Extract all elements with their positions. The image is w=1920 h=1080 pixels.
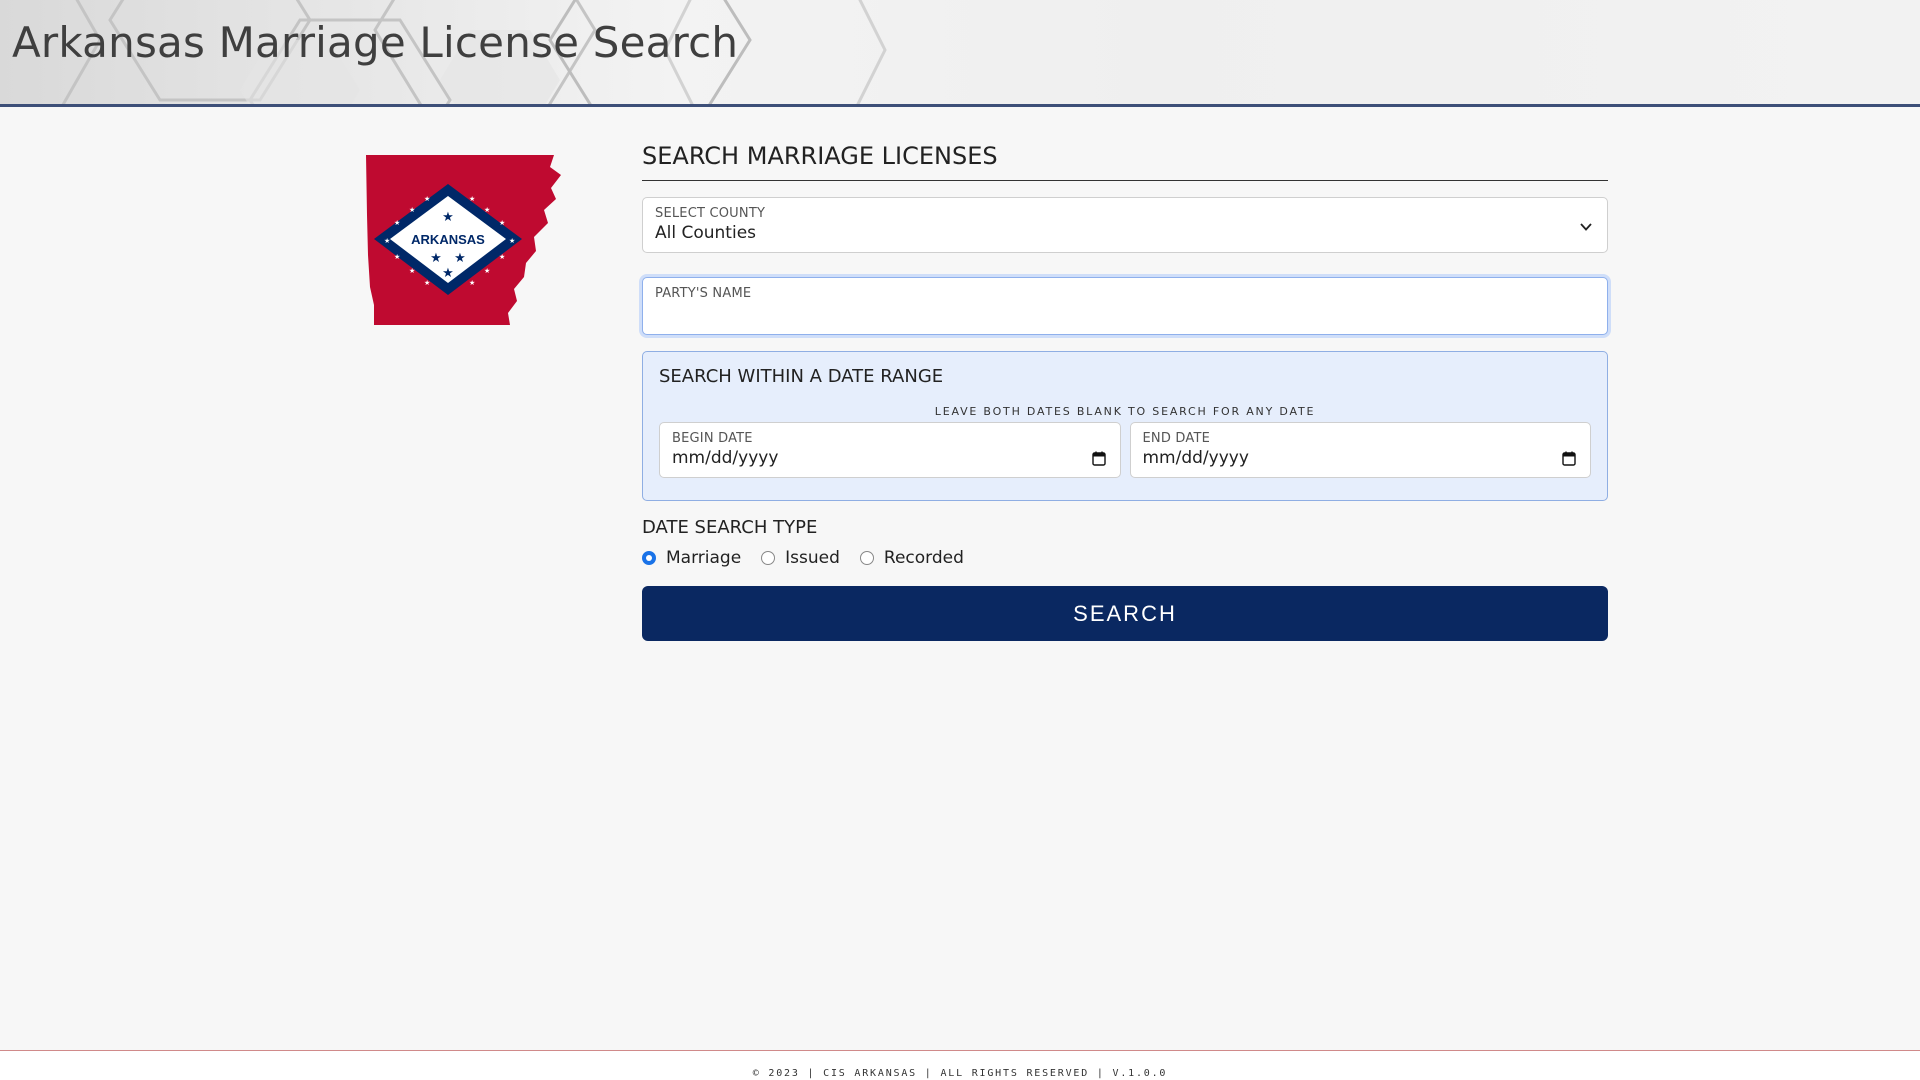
svg-text:★: ★: [442, 210, 454, 225]
svg-text:★: ★: [499, 253, 505, 261]
logo-text: ARKANSAS: [411, 232, 485, 247]
svg-text:★: ★: [442, 266, 454, 281]
date-range-heading: SEARCH WITHIN A DATE RANGE: [659, 366, 944, 387]
end-date-input[interactable]: mm/dd/yyyy: [1143, 448, 1579, 468]
county-select[interactable]: SELECT COUNTY All Counties: [642, 197, 1608, 253]
main-content: ★ ★ ★ ★ ★ ★ ★ ★ ★ ★ ★ ★ ★ ★ ★ ARKANSAS ★ ★ ★ SEARC…: [0, 107, 1920, 1050]
date-search-type-group: Marriage Issued Recorded: [642, 548, 1608, 568]
radio-label: Marriage: [666, 548, 742, 568]
calendar-icon[interactable]: [1562, 451, 1576, 466]
party-name-label: PARTY'S NAME: [655, 286, 752, 301]
svg-text:★: ★: [454, 251, 466, 266]
svg-text:★: ★: [409, 267, 415, 275]
radio-button[interactable]: [859, 551, 874, 565]
begin-date-label: BEGIN DATE: [672, 431, 753, 446]
radio-issued[interactable]: Issued: [761, 548, 840, 568]
svg-text:★: ★: [469, 195, 475, 203]
page-header: Arkansas Marriage License Search: [0, 0, 1920, 107]
date-row: BEGIN DATE mm/dd/yyyy END DATE mm/dd/yyy…: [659, 422, 1591, 478]
svg-text:★: ★: [499, 219, 505, 227]
radio-button[interactable]: [642, 551, 656, 565]
party-name-input[interactable]: [655, 303, 1595, 323]
radio-label: Recorded: [883, 548, 964, 568]
calendar-icon[interactable]: [1091, 451, 1106, 466]
footer-text: © 2023 | CIS ARKANSAS | ALL RIGHTS RESER…: [752, 1068, 1168, 1079]
date-search-type-heading: DATE SEARCH TYPE: [642, 517, 818, 538]
svg-text:★: ★: [394, 219, 400, 227]
chevron-down-icon: [1580, 223, 1592, 231]
party-name-field[interactable]: PARTY'S NAME: [642, 277, 1608, 335]
radio-button[interactable]: [761, 551, 776, 565]
begin-date-input[interactable]: mm/dd/yyyy: [672, 448, 1108, 468]
end-date-field[interactable]: END DATE mm/dd/yyyy: [1129, 422, 1591, 478]
svg-text:★: ★: [430, 251, 442, 266]
date-range-hint: LEAVE BOTH DATES BLANK TO SEARCH FOR ANY…: [934, 405, 1316, 418]
svg-text:★: ★: [409, 206, 415, 214]
county-select-value: All Counties: [655, 223, 757, 243]
svg-text:★: ★: [469, 279, 475, 287]
search-form: SEARCH MARRIAGE LICENSES SELECT COUNTY A…: [642, 142, 1608, 641]
search-button[interactable]: SEARCH: [642, 586, 1608, 641]
svg-text:★: ★: [424, 195, 430, 203]
radio-marriage[interactable]: Marriage: [642, 548, 741, 568]
form-heading: SEARCH MARRIAGE LICENSES: [642, 142, 1608, 181]
svg-text:★: ★: [484, 267, 490, 275]
page-footer: © 2023 | CIS ARKANSAS | ALL RIGHTS RESER…: [0, 1050, 1920, 1080]
radio-recorded[interactable]: Recorded: [859, 548, 964, 568]
svg-text:★: ★: [394, 253, 400, 261]
page-title: Arkansas Marriage License Search: [12, 18, 739, 67]
end-date-label: END DATE: [1142, 431, 1211, 446]
arkansas-flag-logo: ★★ ★★ ★ ★★ ★ ★ ★★ ★ ★ ★ ★ ARKANSAS ★ ★ ★: [366, 155, 561, 325]
begin-date-field[interactable]: BEGIN DATE mm/dd/yyyy: [659, 422, 1121, 478]
svg-text:★: ★: [484, 206, 490, 214]
svg-text:★: ★: [384, 237, 390, 245]
county-select-label: SELECT COUNTY: [655, 206, 766, 221]
svg-text:★: ★: [509, 237, 515, 245]
svg-text:★: ★: [424, 279, 430, 287]
radio-label: Issued: [785, 548, 840, 568]
date-range-panel: SEARCH WITHIN A DATE RANGE LEAVE BOTH DA…: [642, 351, 1608, 501]
